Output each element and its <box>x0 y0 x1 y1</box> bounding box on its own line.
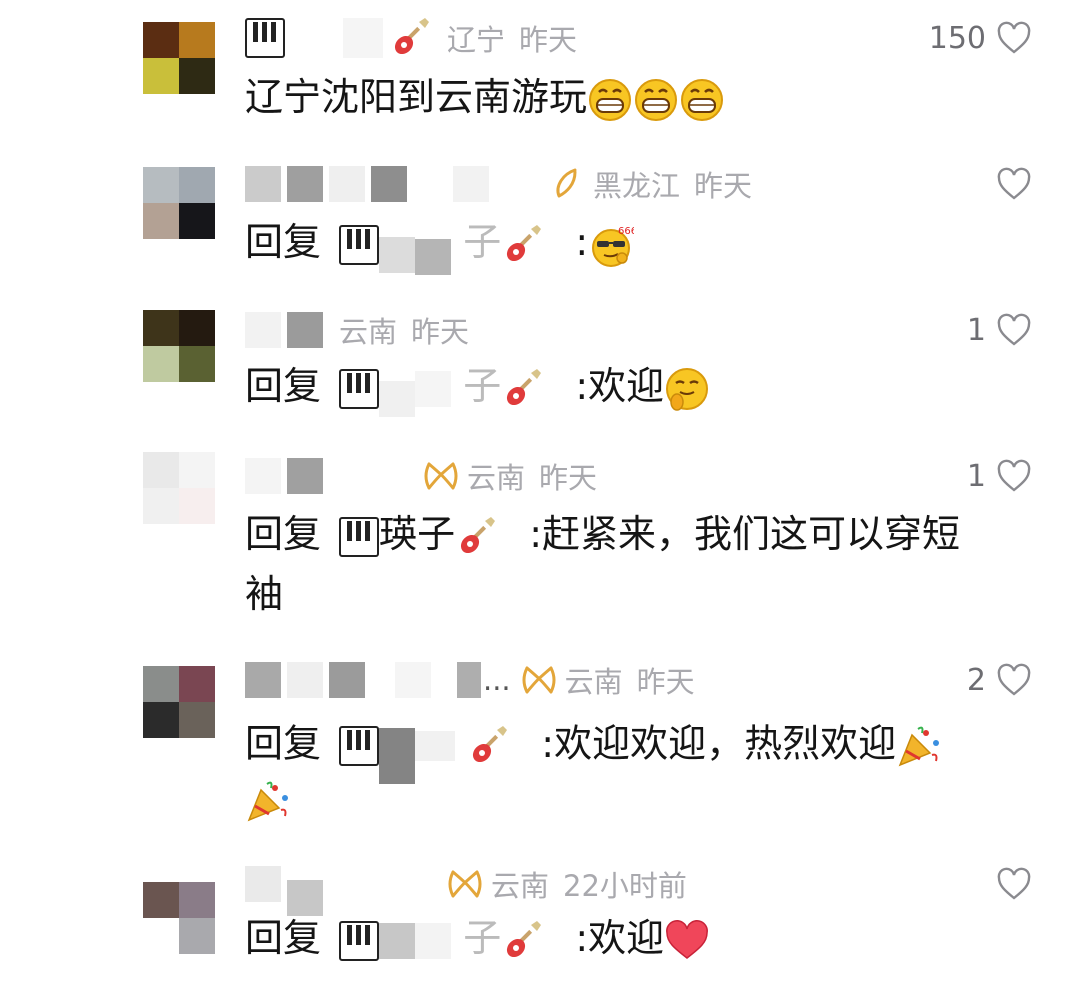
ip-region: 黑龙江 <box>593 169 681 203</box>
comment-meta: 云南 昨天 <box>245 456 597 496</box>
like-button[interactable]: 2 <box>967 660 1032 700</box>
ip-region: 云南 <box>467 461 526 495</box>
piano-icon <box>339 726 380 766</box>
like-button[interactable] <box>986 164 1032 204</box>
post-time: 昨天 <box>636 665 695 699</box>
avatar[interactable] <box>143 666 215 738</box>
like-count: 1 <box>966 458 986 494</box>
post-time: 昨天 <box>519 23 578 57</box>
username-ellipsis: ... <box>483 663 511 697</box>
comment-3: 云南 昨天 1 回复 子 :欢迎 <box>0 300 1080 440</box>
like-count: 150 <box>928 20 986 56</box>
comment-meta: 云南 昨天 <box>245 310 469 350</box>
like-count: 2 <box>966 662 986 698</box>
grin-emoji-icon <box>587 77 633 123</box>
guitar-icon <box>467 724 511 768</box>
username[interactable] <box>245 662 481 698</box>
avatar[interactable] <box>143 22 215 94</box>
comment-meta: ... 云南 昨天 <box>245 660 695 700</box>
ip-location-icon <box>521 662 557 698</box>
comment-meta: 云南 22小时前 <box>245 864 687 916</box>
ip-region: 云南 <box>339 315 398 349</box>
piano-icon <box>339 368 380 409</box>
ip-region: 云南 <box>491 869 550 903</box>
like-button[interactable]: 1 <box>967 310 1032 350</box>
comment-text: 辽宁沈阳到云南游玩 <box>245 67 725 127</box>
comment-text-line2: 袖 <box>245 572 284 616</box>
ip-location-icon <box>549 166 585 202</box>
username[interactable] <box>245 312 323 348</box>
svg-text:666: 666 <box>618 226 634 237</box>
heart-outline-icon <box>996 167 1032 201</box>
guitar-icon <box>501 919 545 963</box>
party-popper-icon <box>245 778 291 824</box>
heart-outline-icon <box>996 459 1032 493</box>
like-count: 1 <box>966 312 986 348</box>
piano-icon <box>245 18 285 58</box>
guitar-icon <box>389 16 433 60</box>
comment-text-line2 <box>245 768 291 828</box>
ip-region: 辽宁 <box>447 23 506 57</box>
piano-icon <box>339 920 380 961</box>
guitar-icon <box>501 367 545 411</box>
cool-666-emoji-icon: 666 <box>588 222 634 268</box>
comment-5: ... 云南 昨天 2 回复 :欢迎欢迎，热烈欢迎 <box>0 650 1080 830</box>
shy-emoji-icon <box>664 366 710 412</box>
avatar[interactable] <box>143 882 215 954</box>
post-time: 22小时前 <box>563 869 687 903</box>
comment-text: 回复 子 :欢迎 <box>245 356 710 417</box>
red-heart-icon <box>664 918 710 964</box>
comment-meta: 辽宁 昨天 <box>245 18 577 58</box>
comment-text: 回复 瑛子 :赶紧来，我们这可以穿短 <box>245 504 960 564</box>
comment-text: 回复 子 :欢迎 <box>245 908 710 968</box>
piano-icon <box>339 224 380 265</box>
heart-outline-icon <box>996 21 1032 55</box>
like-button[interactable]: 1 <box>967 456 1032 496</box>
comment-2: 黑龙江 昨天 回复 子 :666 <box>0 150 1080 290</box>
post-time: 昨天 <box>411 315 470 349</box>
heart-outline-icon <box>996 867 1032 901</box>
comment-6: 云南 22小时前 回复 子 :欢迎 <box>0 850 1080 989</box>
comment-meta: 黑龙江 昨天 <box>245 164 752 204</box>
like-button[interactable]: 150 <box>929 18 1032 58</box>
comment-text: 回复 :欢迎欢迎，热烈欢迎 <box>245 708 942 784</box>
ip-location-icon <box>447 866 483 902</box>
avatar[interactable] <box>143 167 215 239</box>
username[interactable] <box>245 852 323 916</box>
guitar-icon <box>501 223 545 267</box>
heart-outline-icon <box>996 663 1032 697</box>
post-time: 昨天 <box>539 461 598 495</box>
grin-emoji-icon <box>679 77 725 123</box>
guitar-icon <box>455 515 499 559</box>
heart-outline-icon <box>996 313 1032 347</box>
avatar[interactable] <box>143 452 215 524</box>
comment-text: 回复 子 :666 <box>245 212 634 275</box>
piano-icon <box>339 516 380 557</box>
like-button[interactable] <box>986 864 1032 904</box>
comment-1: 辽宁 昨天 150 辽宁沈阳到云南游玩 <box>0 0 1080 140</box>
ip-location-icon <box>423 458 459 494</box>
post-time: 昨天 <box>694 169 753 203</box>
ip-region: 云南 <box>564 665 623 699</box>
username[interactable] <box>245 16 433 60</box>
avatar[interactable] <box>143 310 215 382</box>
comment-4: 云南 昨天 1 回复 瑛子 :赶紧来，我们这可以穿短 袖 <box>0 448 1080 628</box>
grin-emoji-icon <box>633 77 679 123</box>
username[interactable] <box>245 166 489 202</box>
party-popper-icon <box>896 723 942 769</box>
username[interactable] <box>245 458 323 494</box>
